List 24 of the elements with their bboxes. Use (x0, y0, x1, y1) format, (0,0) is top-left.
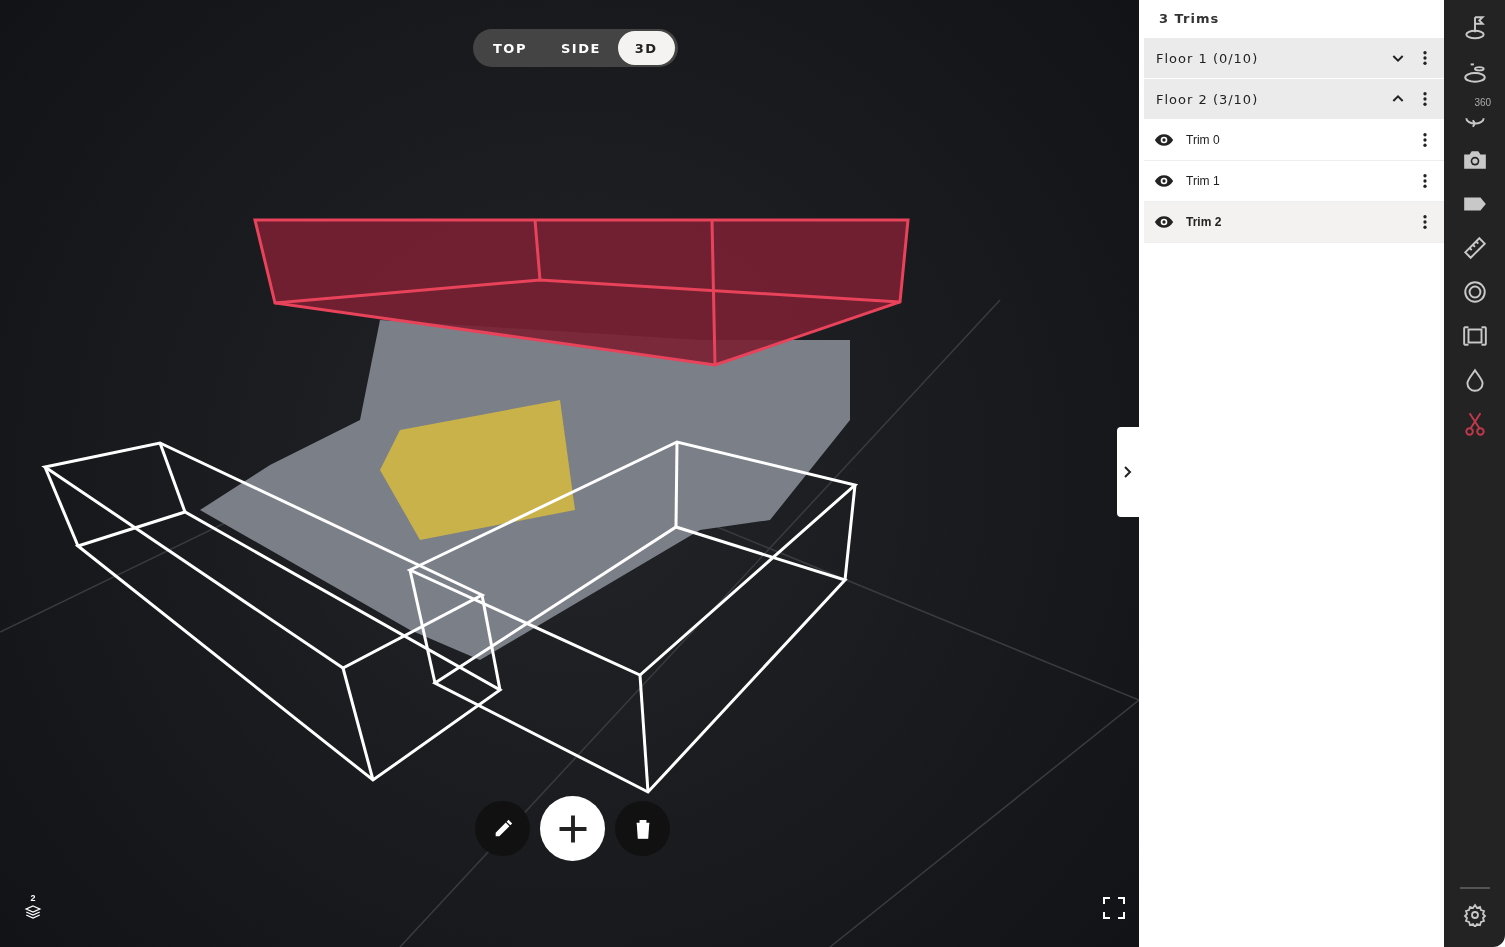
trim-row[interactable]: Trim 0 (1144, 120, 1444, 161)
layer-count: 2 (30, 894, 36, 903)
trim-label: Trim 1 (1186, 174, 1221, 188)
floor-label: Floor 2 (3/10) (1156, 91, 1260, 107)
edit-button[interactable] (475, 801, 530, 856)
floor-label: Floor 1 (0/10) (1156, 50, 1260, 66)
settings-icon[interactable] (1462, 903, 1487, 927)
view-mode-tab[interactable]: SIDE (543, 31, 618, 65)
trim-label: Trim 0 (1186, 133, 1221, 147)
ruler-icon[interactable] (1461, 235, 1488, 261)
pano-label: 360 (1474, 98, 1492, 108)
concentric-circles-icon[interactable] (1461, 279, 1488, 305)
3d-viewport[interactable]: TOP SIDE 3D 2 (0, 0, 1139, 947)
floor-row[interactable]: Floor 2 (3/10) (1144, 79, 1444, 120)
trim-label: Trim 2 (1186, 215, 1223, 229)
trim-row[interactable]: Trim 2 (1144, 202, 1444, 243)
panel-title: 3 Trims (1158, 10, 1221, 28)
chevron-right-icon[interactable] (1123, 465, 1133, 479)
floor-row[interactable]: Floor 1 (0/10) (1144, 38, 1444, 79)
view-mode-tab[interactable]: 3D (617, 31, 675, 65)
view-mode-tab[interactable]: TOP (476, 31, 544, 65)
fullscreen-icon[interactable] (1102, 896, 1126, 920)
frame-icon[interactable] (1461, 323, 1488, 349)
layers-button[interactable]: 2 (22, 894, 44, 921)
